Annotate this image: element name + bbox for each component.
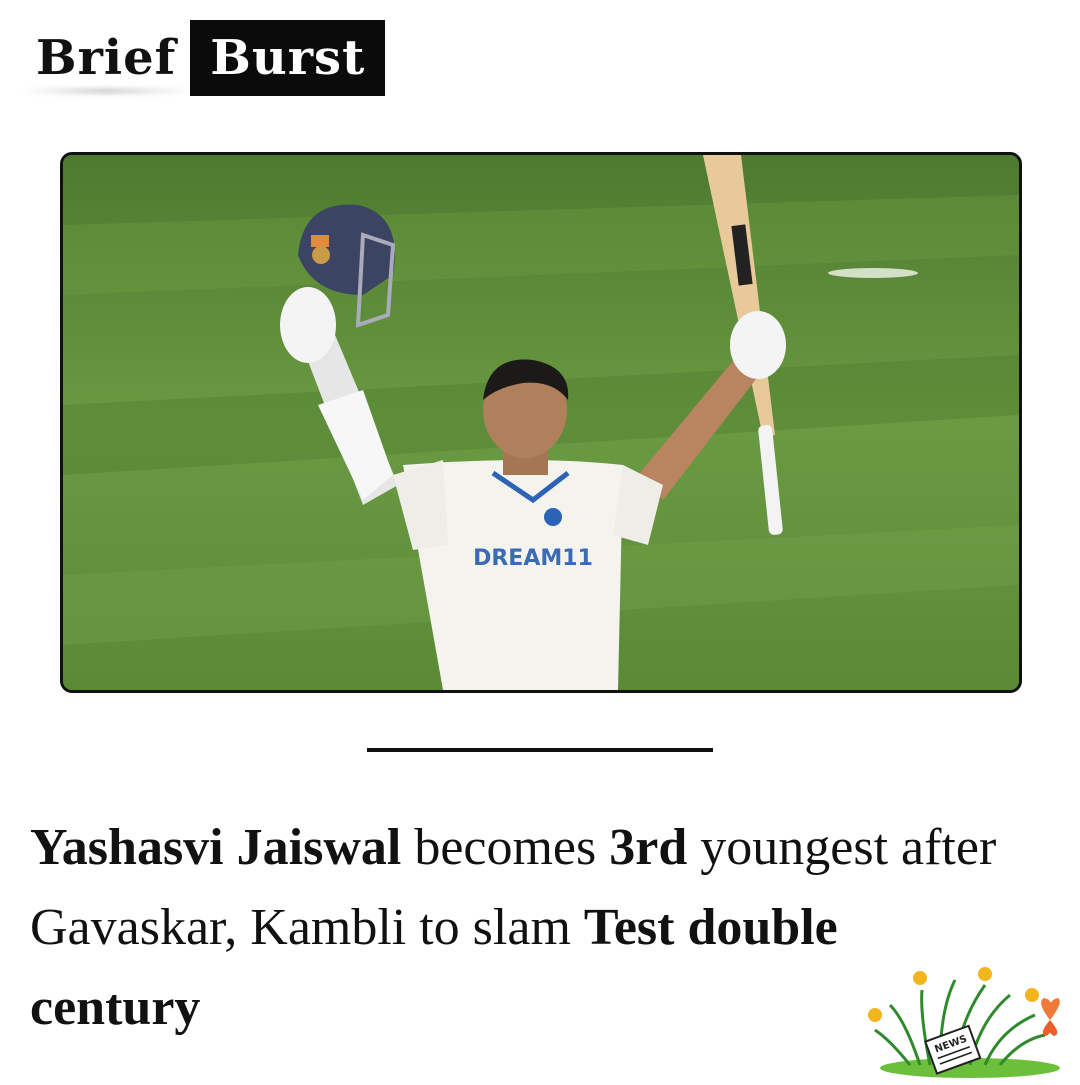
section-divider (367, 748, 713, 752)
brand-word-burst: Burst (190, 20, 386, 96)
headline-rank: 3rd (609, 819, 688, 876)
brand-shadow (22, 88, 191, 94)
brand-part2: Burst (210, 30, 366, 86)
news-grass-illustration: NEWS (868, 967, 1060, 1078)
brand-part1: Brief (36, 30, 177, 86)
cricketer-celebration-illustration: DREAM11 (63, 155, 1019, 690)
grass-flowers-butterfly-icon: NEWS (860, 960, 1080, 1080)
hero-photo: DREAM11 (60, 152, 1022, 693)
headline-player-name: Yashasvi Jaiswal (30, 819, 402, 876)
brand-word-brief: Brief (22, 18, 191, 98)
headline-text-1: becomes (401, 819, 610, 876)
brand-logo: Brief Burst (22, 18, 386, 98)
jersey-sponsor-text: DREAM11 (473, 546, 593, 571)
